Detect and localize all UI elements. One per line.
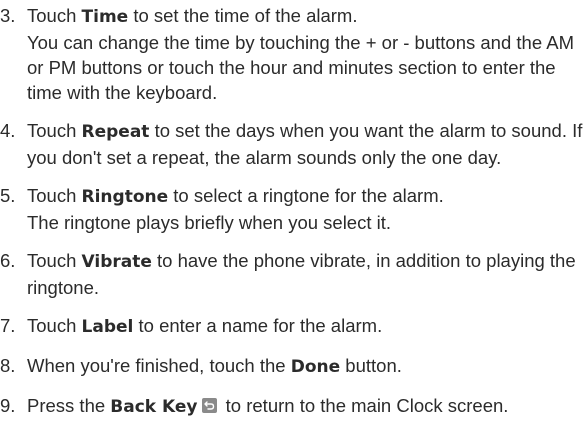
keyword-vibrate: Vibrate xyxy=(81,252,152,272)
step-text: Touch Label to enter a name for the alar… xyxy=(27,315,383,337)
keyword-repeat: Repeat xyxy=(81,122,150,142)
step-7: 7. Touch Label to enter a name for the a… xyxy=(0,313,585,340)
step-4: 4. Touch Repeat to set the days when you… xyxy=(0,118,585,170)
keyword-time: Time xyxy=(81,7,129,27)
step-detail: You can change the time by touching the … xyxy=(27,32,574,103)
step-number: 7. xyxy=(0,315,16,336)
step-5: 5. Touch Ringtone to select a ringtone f… xyxy=(0,183,585,235)
step-6: 6. Touch Vibrate to have the phone vibra… xyxy=(0,248,585,300)
step-detail: The ringtone plays briefly when you sele… xyxy=(27,212,392,233)
keyword-done: Done xyxy=(290,357,341,377)
step-8: 8. When you're finished, touch the Done … xyxy=(0,353,585,380)
step-text: Touch Ringtone to select a ringtone for … xyxy=(27,185,444,207)
step-number: 9. xyxy=(0,395,16,416)
step-text: When you're finished, touch the Done but… xyxy=(27,355,402,377)
step-3: 3. Touch Time to set the time of the ala… xyxy=(0,3,585,105)
step-number: 6. xyxy=(0,250,16,271)
step-number: 8. xyxy=(0,355,16,376)
back-arrow-icon xyxy=(201,398,217,413)
step-number: 5. xyxy=(0,185,16,206)
keyword-ringtone: Ringtone xyxy=(81,187,169,207)
step-9: 9. Press the Back Key to return to the m… xyxy=(0,393,585,420)
step-text: Touch Repeat to set the days when you wa… xyxy=(27,120,583,168)
step-text: Press the Back Key to return to the main… xyxy=(27,395,509,417)
step-number: 3. xyxy=(0,5,16,26)
step-number: 4. xyxy=(0,120,16,141)
keyword-back-key: Back Key xyxy=(110,397,198,417)
step-text: Touch Vibrate to have the phone vibrate,… xyxy=(27,250,576,298)
keyword-label: Label xyxy=(81,317,134,337)
instruction-list: 3. Touch Time to set the time of the ala… xyxy=(0,3,585,433)
step-text: Touch Time to set the time of the alarm. xyxy=(27,5,358,27)
